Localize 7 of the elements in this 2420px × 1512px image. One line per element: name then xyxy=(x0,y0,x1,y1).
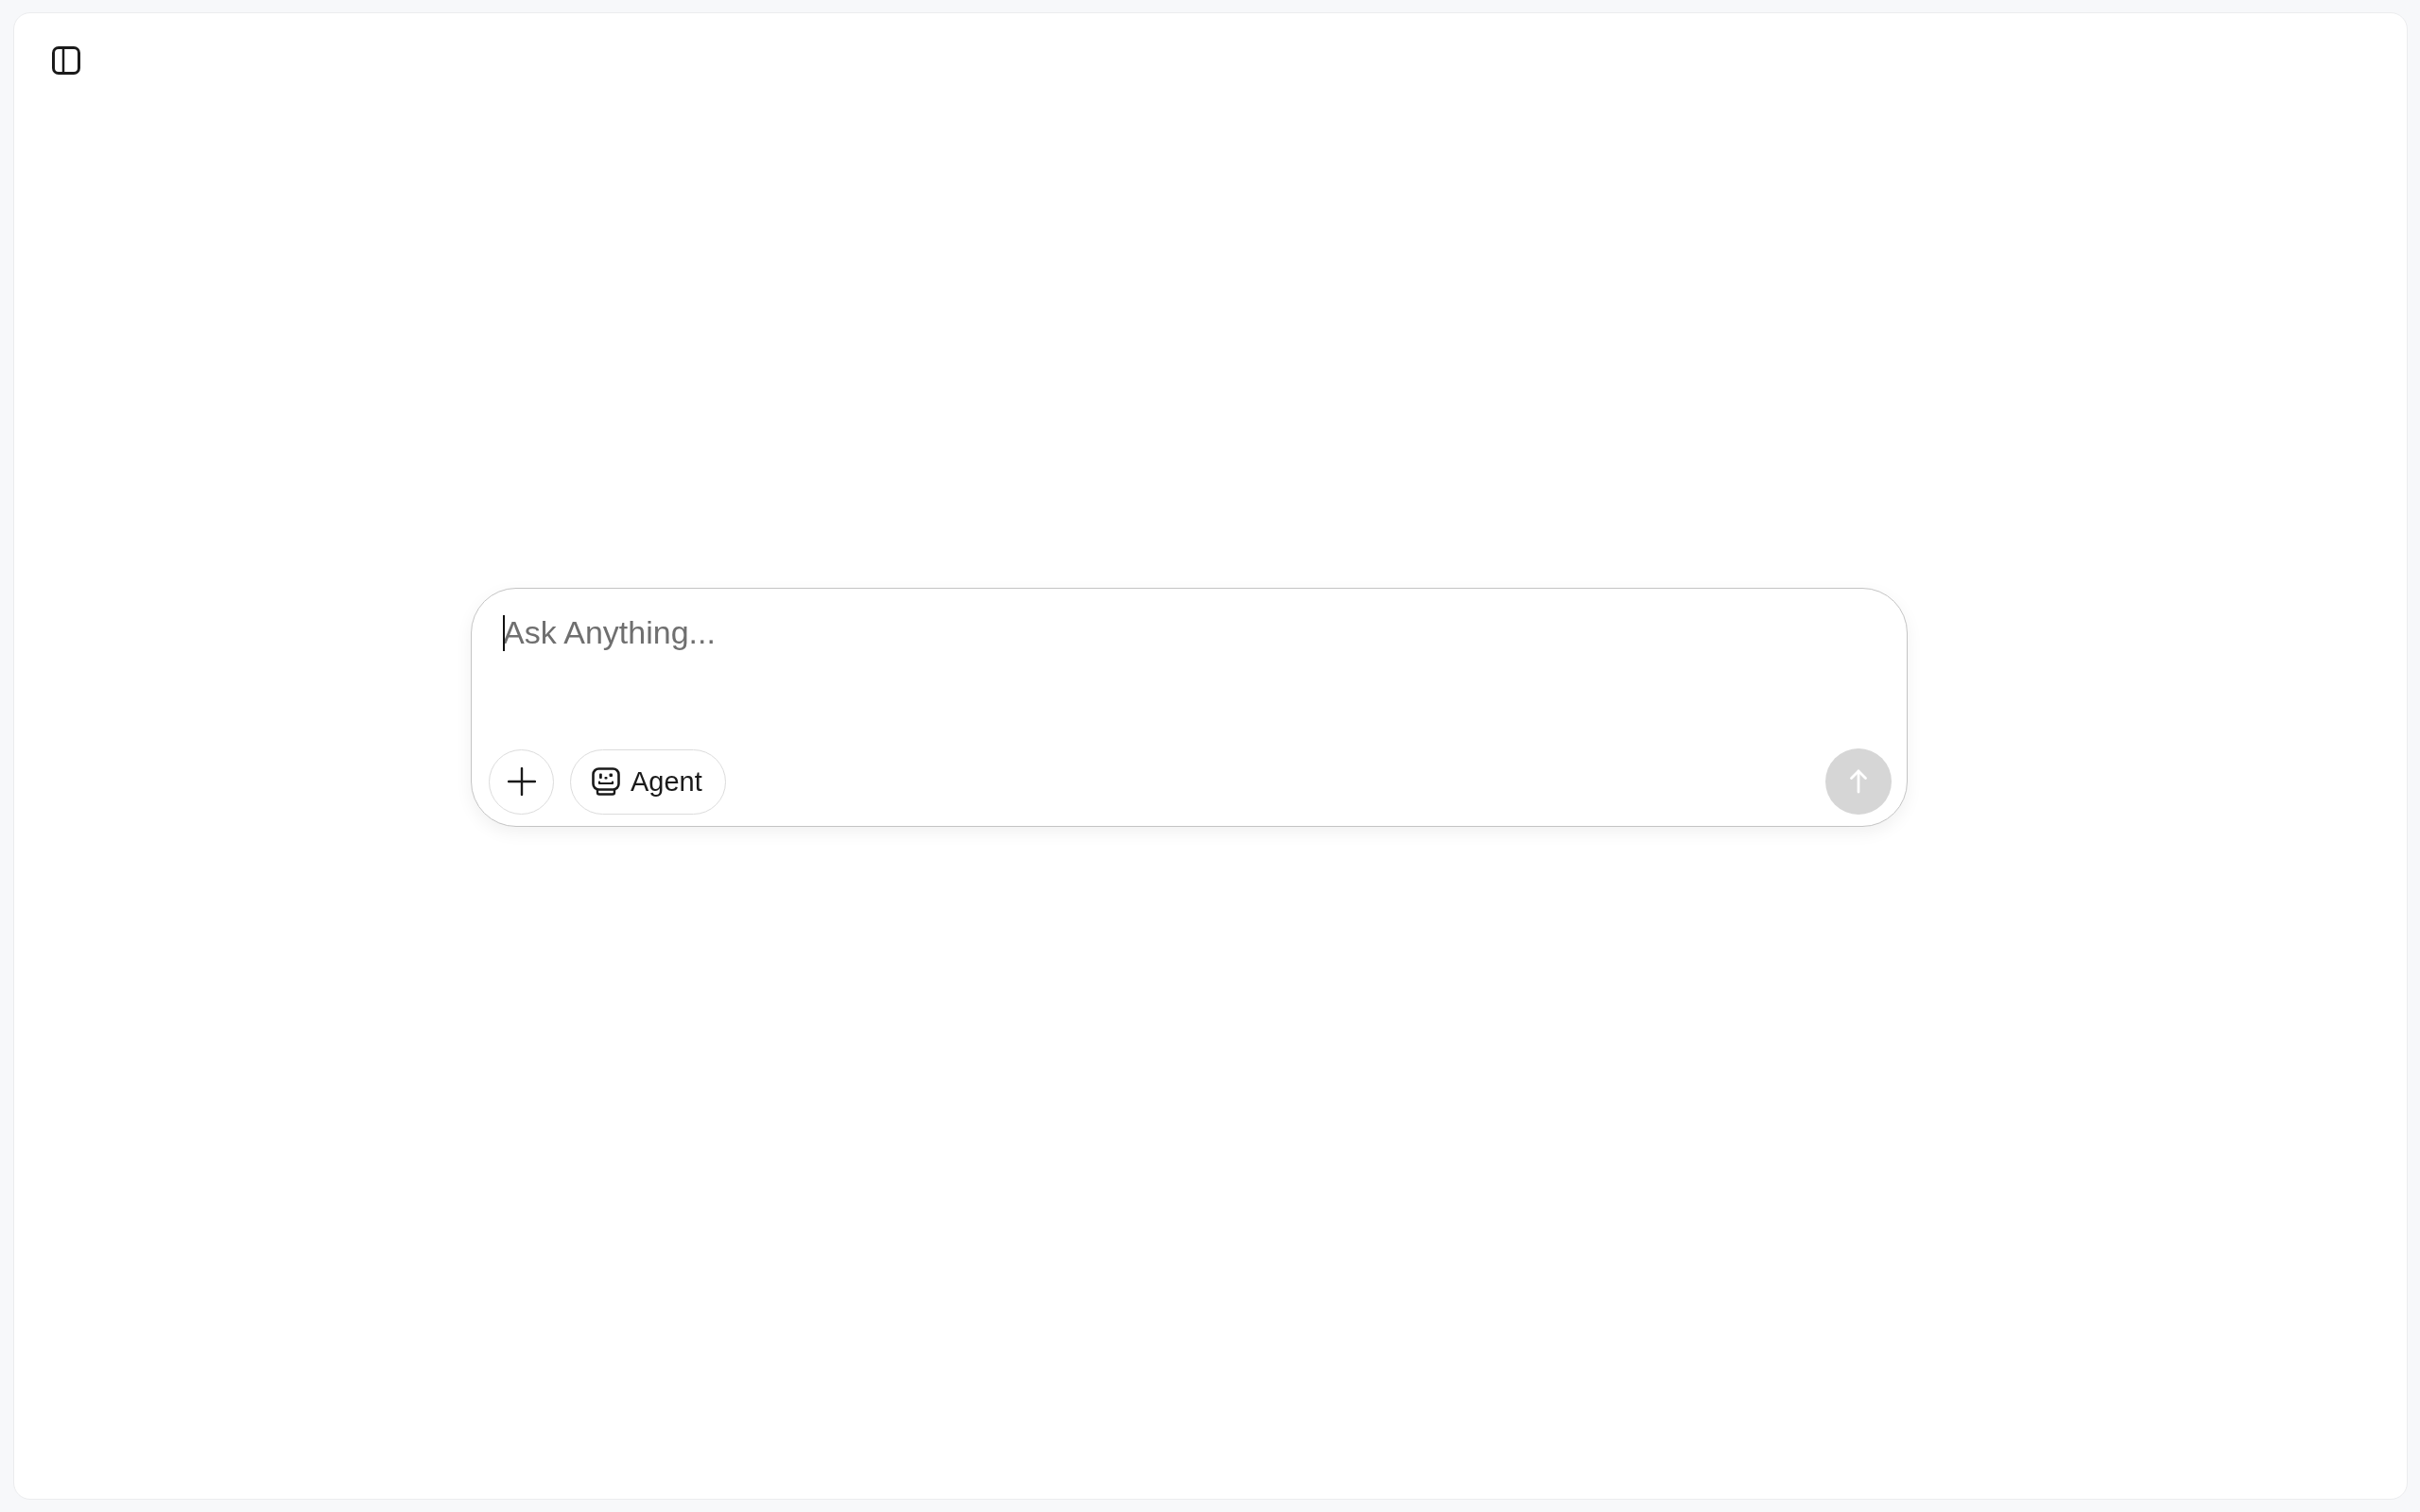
message-composer[interactable]: Ask Anything... Agent xyxy=(471,588,1908,827)
robot-face-icon xyxy=(592,767,620,796)
sidebar-toggle-button[interactable] xyxy=(52,46,80,75)
message-input[interactable]: Ask Anything... xyxy=(503,613,1878,748)
agent-button[interactable]: Agent xyxy=(570,748,726,815)
plus-icon xyxy=(507,767,536,796)
sidebar-icon xyxy=(52,46,80,75)
